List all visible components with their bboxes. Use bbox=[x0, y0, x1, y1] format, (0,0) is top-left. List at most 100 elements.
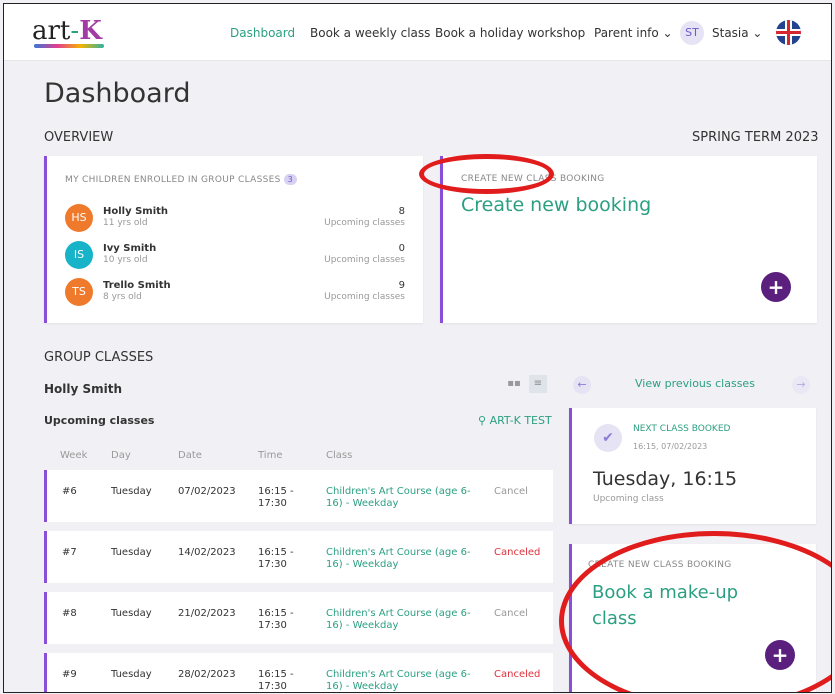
upcoming-label: Upcoming classes bbox=[324, 292, 405, 302]
makeup-booking-label: CREATE NEW CLASS BOOKING bbox=[588, 560, 732, 570]
cancel-button[interactable]: Cancel bbox=[494, 486, 528, 497]
avatar: IS bbox=[65, 241, 93, 269]
next-class-title: Tuesday, 16:15 bbox=[593, 468, 738, 490]
row-week: #6 bbox=[62, 486, 77, 497]
row-class-2[interactable]: 16) - Weekday bbox=[326, 620, 398, 631]
upcoming-count: 0 bbox=[398, 243, 405, 254]
logo-wave bbox=[34, 44, 104, 48]
next-class-sub: Upcoming class bbox=[593, 494, 664, 504]
avatar: TS bbox=[65, 278, 93, 306]
top-navigation: art-K Dashboard Book a weekly class Book… bbox=[4, 4, 831, 61]
child-name: Trello Smith bbox=[103, 280, 171, 291]
col-class: Class bbox=[326, 450, 353, 461]
col-day: Day bbox=[111, 450, 131, 461]
row-day: Tuesday bbox=[111, 608, 152, 619]
logo-text: art bbox=[32, 16, 71, 46]
row-time-end: 17:30 bbox=[258, 620, 287, 631]
child-heading: Holly Smith bbox=[44, 382, 123, 396]
user-menu[interactable]: Stasia ⌄ bbox=[712, 26, 762, 40]
cancel-button[interactable]: Cancel bbox=[494, 608, 528, 619]
next-class-card: ✔ NEXT CLASS BOOKED 16:15, 07/02/2023 Tu… bbox=[569, 408, 816, 524]
child-age: 8 yrs old bbox=[103, 292, 142, 302]
page-title: Dashboard bbox=[44, 78, 191, 109]
enrolled-children-card: MY CHILDREN ENROLLED IN GROUP CLASSES 3 H… bbox=[44, 156, 423, 323]
arrow-left-icon[interactable]: ← bbox=[573, 376, 591, 394]
makeup-booking-card[interactable]: CREATE NEW CLASS BOOKING Book a make-up … bbox=[569, 544, 816, 692]
nav-dashboard[interactable]: Dashboard bbox=[230, 26, 295, 40]
plus-icon[interactable]: + bbox=[765, 640, 795, 670]
create-booking-title[interactable]: Create new booking bbox=[461, 194, 651, 216]
row-day: Tuesday bbox=[111, 547, 152, 558]
nav-parent-info[interactable]: Parent info ⌄ bbox=[594, 26, 673, 40]
table-row: #6 Tuesday 07/02/2023 16:15 - 17:30 Chil… bbox=[44, 470, 553, 522]
row-class[interactable]: Children's Art Course (age 6- bbox=[326, 486, 471, 497]
row-class-2[interactable]: 16) - Weekday bbox=[326, 681, 398, 692]
makeup-booking-title-2[interactable]: class bbox=[592, 608, 637, 629]
row-time-end: 17:30 bbox=[258, 498, 287, 509]
child-name: Ivy Smith bbox=[103, 243, 157, 254]
table-row: #7 Tuesday 14/02/2023 16:15 - 17:30 Chil… bbox=[44, 531, 553, 583]
row-date: 14/02/2023 bbox=[178, 547, 236, 558]
table-row: #8 Tuesday 21/02/2023 16:15 - 17:30 Chil… bbox=[44, 592, 553, 644]
row-time: 16:15 - bbox=[258, 486, 294, 497]
row-class[interactable]: Children's Art Course (age 6- bbox=[326, 547, 471, 558]
child-age: 11 yrs old bbox=[103, 218, 148, 228]
row-date: 07/02/2023 bbox=[178, 486, 236, 497]
child-item[interactable]: IS Ivy Smith 10 yrs old 0 Upcoming class… bbox=[65, 241, 405, 273]
avatar: HS bbox=[65, 204, 93, 232]
app-frame: art-K Dashboard Book a weekly class Book… bbox=[3, 3, 832, 693]
group-classes-label: GROUP CLASSES bbox=[44, 350, 154, 365]
col-week: Week bbox=[60, 450, 88, 461]
row-class-2[interactable]: 16) - Weekday bbox=[326, 559, 398, 570]
grid-view-icon[interactable]: ▪▪ bbox=[505, 375, 523, 393]
create-booking-label: CREATE NEW CLASS BOOKING bbox=[461, 174, 605, 184]
next-class-date: 16:15, 07/02/2023 bbox=[633, 442, 708, 451]
nav-book-holiday-workshop[interactable]: Book a holiday workshop bbox=[435, 26, 585, 40]
user-avatar[interactable]: ST bbox=[680, 21, 704, 45]
child-age: 10 yrs old bbox=[103, 255, 148, 265]
col-date: Date bbox=[178, 450, 202, 461]
child-name: Holly Smith bbox=[103, 206, 169, 217]
child-item[interactable]: HS Holly Smith 11 yrs old 8 Upcoming cla… bbox=[65, 204, 405, 236]
table-row: #9 Tuesday 28/02/2023 16:15 - 17:30 Chil… bbox=[44, 653, 553, 692]
row-time: 16:15 - bbox=[258, 669, 294, 680]
row-time-end: 17:30 bbox=[258, 559, 287, 570]
upcoming-classes-label: Upcoming classes bbox=[44, 414, 155, 427]
row-week: #9 bbox=[62, 669, 77, 680]
plus-icon[interactable]: + bbox=[761, 272, 791, 302]
row-day: Tuesday bbox=[111, 486, 152, 497]
row-day: Tuesday bbox=[111, 669, 152, 680]
row-time: 16:15 - bbox=[258, 547, 294, 558]
row-week: #7 bbox=[62, 547, 77, 558]
checkmark-icon: ✔ bbox=[594, 424, 622, 452]
nav-book-weekly-class[interactable]: Book a weekly class bbox=[310, 26, 430, 40]
row-class[interactable]: Children's Art Course (age 6- bbox=[326, 608, 471, 619]
row-date: 28/02/2023 bbox=[178, 669, 236, 680]
row-class-2[interactable]: 16) - Weekday bbox=[326, 498, 398, 509]
pin-icon: ⚲ bbox=[478, 414, 490, 427]
status-canceled: Canceled bbox=[494, 669, 541, 680]
upcoming-label: Upcoming classes bbox=[324, 218, 405, 228]
row-time: 16:15 - bbox=[258, 608, 294, 619]
col-time: Time bbox=[258, 450, 283, 461]
logo[interactable]: art-K bbox=[32, 16, 104, 48]
status-canceled: Canceled bbox=[494, 547, 541, 558]
row-class[interactable]: Children's Art Course (age 6- bbox=[326, 669, 471, 680]
location-label[interactable]: ⚲ ART-K TEST bbox=[478, 414, 552, 427]
uk-flag-icon[interactable] bbox=[776, 20, 801, 45]
child-item[interactable]: TS Trello Smith 8 yrs old 9 Upcoming cla… bbox=[65, 278, 405, 310]
term-label: SPRING TERM 2023 bbox=[692, 130, 819, 145]
create-booking-card[interactable]: CREATE NEW CLASS BOOKING Create new book… bbox=[440, 156, 817, 323]
enrolled-card-title: MY CHILDREN ENROLLED IN GROUP CLASSES 3 bbox=[65, 174, 297, 185]
row-date: 21/02/2023 bbox=[178, 608, 236, 619]
arrow-right-icon[interactable]: → bbox=[792, 376, 810, 394]
row-week: #8 bbox=[62, 608, 77, 619]
upcoming-count: 8 bbox=[398, 206, 405, 217]
enrolled-count-badge: 3 bbox=[283, 174, 297, 185]
view-previous-classes-link[interactable]: View previous classes bbox=[635, 377, 755, 390]
makeup-booking-title[interactable]: Book a make-up bbox=[592, 582, 738, 603]
overview-label: OVERVIEW bbox=[44, 130, 114, 145]
upcoming-count: 9 bbox=[398, 280, 405, 291]
next-class-label: NEXT CLASS BOOKED bbox=[633, 424, 731, 434]
list-view-icon[interactable]: ≡ bbox=[529, 375, 547, 393]
